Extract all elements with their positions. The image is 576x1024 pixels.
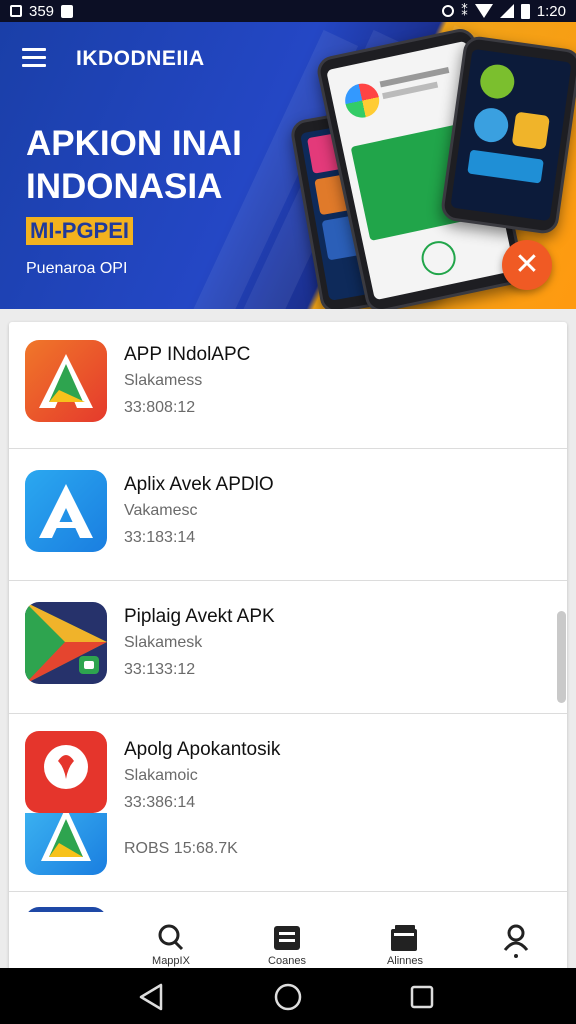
banner-headline: APKION INAI INDONASIA	[26, 122, 326, 208]
menu-icon	[22, 48, 46, 51]
search-icon	[158, 924, 184, 951]
recents-icon	[410, 985, 434, 1009]
nav-label: Alinnes	[386, 955, 424, 967]
list-item[interactable]: Piplaig Avekt APK Slakamesk 33:133:12	[9, 580, 567, 714]
headline-line-1: APKION INAI	[26, 124, 242, 163]
recents-button[interactable]	[405, 980, 439, 1014]
scrollbar[interactable]	[557, 611, 566, 703]
app-subtitle: Slakamesk	[124, 634, 203, 651]
status-time: 1:20	[536, 2, 566, 20]
vibrate-icon: ⁑	[461, 3, 468, 18]
list-icon	[274, 926, 300, 950]
notification-icon	[10, 5, 22, 17]
home-button[interactable]	[271, 980, 305, 1014]
status-left: 359	[10, 2, 74, 20]
list-item[interactable]: Aplix Avek APDlO Vakamesc 33:183:14	[9, 448, 567, 581]
menu-icon-bar	[22, 56, 46, 59]
home-icon	[274, 983, 302, 1011]
nav-label: MappIX	[152, 955, 190, 967]
bottom-navigation: MappIX Coanes Alinnes	[9, 912, 567, 968]
nav-item-search[interactable]: MappIX	[126, 912, 216, 968]
lock-icon	[61, 4, 74, 18]
headline-line-2: INDONASIA	[26, 167, 223, 206]
list-item[interactable]: Apolg Apokantosik Slakamoic 33:386:14 RO…	[9, 713, 567, 892]
nav-label: Coanes	[268, 955, 306, 967]
signal-icon	[499, 4, 514, 18]
system-navigation-bar	[0, 968, 576, 1024]
app-subtitle: Vakamesc	[124, 502, 198, 519]
app-title: APP INdolAPC	[124, 344, 251, 365]
back-button[interactable]	[135, 980, 169, 1014]
app-meta: 33:133:12	[124, 661, 196, 678]
status-left-text: 359	[29, 2, 55, 20]
sync-icon	[442, 5, 455, 17]
app-icon-4b	[25, 813, 107, 875]
app-list: APP INdolAPC Slakamess 33:808:12 Aplix A…	[9, 322, 567, 972]
app-meta: 33:808:12	[124, 399, 196, 416]
app-subtitle: Slakamoic	[124, 767, 198, 784]
menu-icon-bar	[22, 64, 46, 67]
profile-icon	[503, 924, 529, 958]
app-meta: 33:386:14	[124, 794, 196, 811]
status-bar: 359 ⁑ 1:20	[0, 0, 576, 22]
nav-item-categories[interactable]: Coanes	[242, 912, 332, 968]
nav-item-folders[interactable]: Alinnes	[360, 912, 450, 968]
wifi-icon	[474, 4, 493, 18]
app-meta: 33:183:14	[124, 529, 196, 546]
app-brand: IKDODNEIIA	[76, 47, 205, 70]
battery-icon	[520, 3, 530, 19]
nav-item-profile[interactable]	[471, 912, 561, 968]
app-subtitle: Slakamess	[124, 372, 203, 389]
app-title: Aplix Avek APDlO	[124, 474, 274, 495]
folder-icon	[391, 925, 417, 951]
hero-banner: IKDODNEIIA APKION INAI INDONASIA MI-PGPE…	[0, 22, 576, 309]
app-icon-1	[25, 340, 107, 422]
app-icon-2	[25, 470, 107, 552]
app-extra-info: ROBS 15:68.7K	[124, 840, 238, 857]
app-icon-3	[25, 602, 107, 684]
list-item[interactable]: APP INdolAPC Slakamess 33:808:12	[9, 322, 567, 449]
back-icon	[139, 983, 163, 1011]
status-right: ⁑ 1:20	[442, 3, 566, 20]
close-button[interactable]: ✕	[502, 240, 552, 290]
promo-badge: MI-PGPEI	[26, 217, 134, 245]
menu-button[interactable]	[22, 48, 48, 68]
app-title: Apolg Apokantosik	[124, 739, 281, 760]
app-icon-4	[25, 731, 107, 813]
app-title: Piplaig Avekt APK	[124, 606, 275, 627]
banner-subline: Puenaroa OPI	[26, 260, 128, 277]
